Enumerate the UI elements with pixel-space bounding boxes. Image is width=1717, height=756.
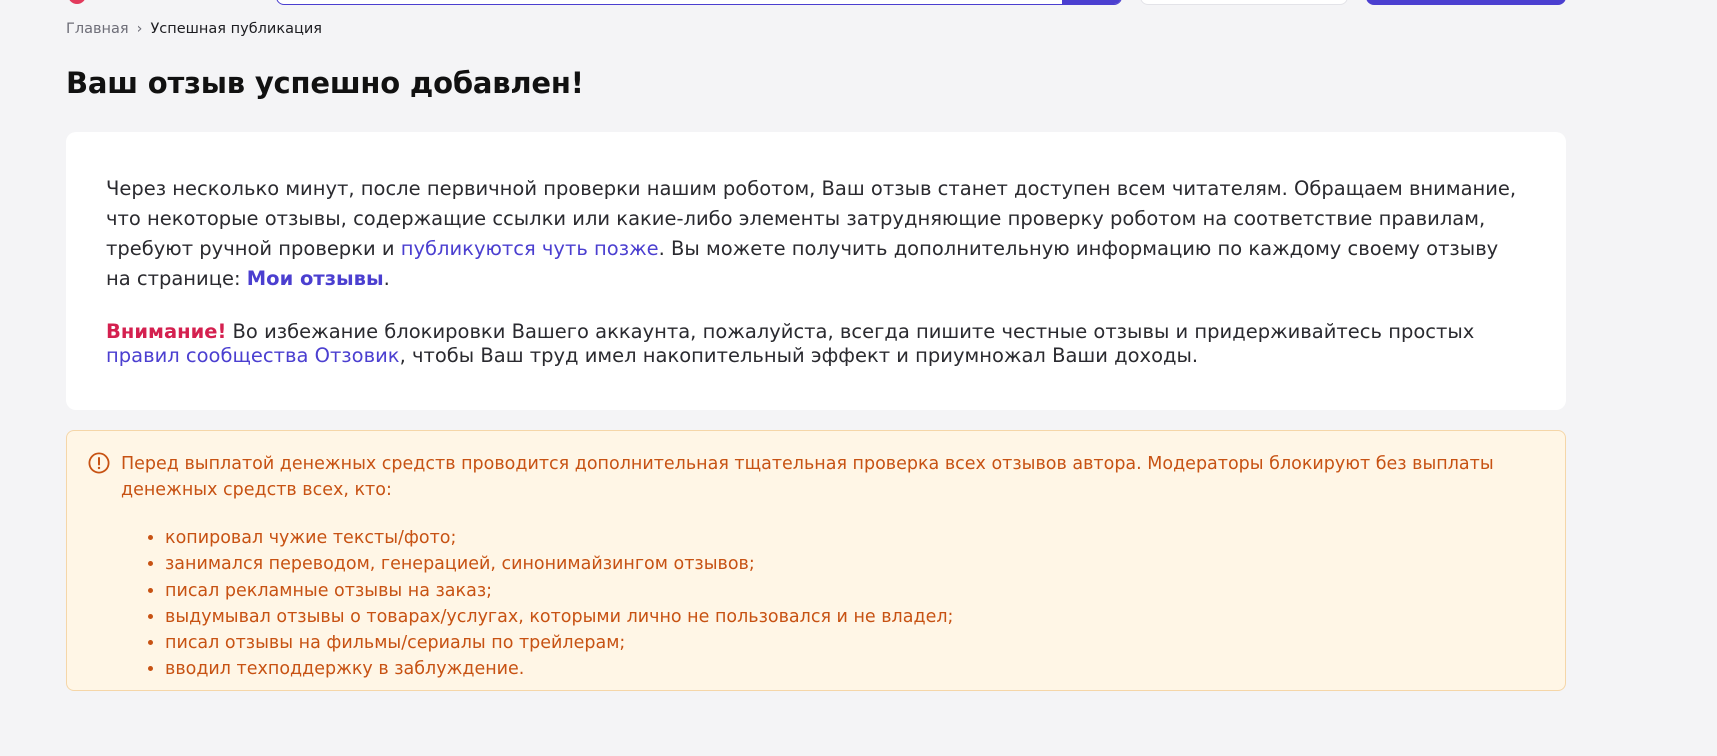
attention-label: Внимание! xyxy=(106,320,227,343)
my-reviews-link[interactable]: Мои отзывы xyxy=(247,267,384,290)
attention-text-a: Во избежание блокировки Вашего аккаунта,… xyxy=(226,320,1475,343)
community-rules-link[interactable]: правил сообщества Отзовик xyxy=(106,344,400,367)
attention-text-b: , чтобы Ваш труд имел накопительный эффе… xyxy=(399,344,1199,367)
publish-later-link[interactable]: публикуются чуть позже xyxy=(401,237,659,260)
warning-list-item: занимался переводом, генерацией, синоним… xyxy=(165,551,953,577)
success-info-card: Через несколько минут, после первичной п… xyxy=(66,132,1566,410)
breadcrumb-current: Успешная публикация xyxy=(150,21,322,37)
payout-warning-box: Перед выплатой денежных средств проводит… xyxy=(66,430,1566,691)
header-bar xyxy=(0,0,1717,8)
warning-list-item: писал рекламные отзывы на заказ; xyxy=(165,578,953,604)
info-text-end: . xyxy=(383,267,390,290)
search-input[interactable] xyxy=(276,0,1122,5)
warning-list: копировал чужие тексты/фото; занимался п… xyxy=(119,525,953,683)
add-review-button[interactable] xyxy=(1366,0,1566,5)
exclamation-circle-icon xyxy=(88,452,110,474)
warning-list-item: копировал чужие тексты/фото; xyxy=(165,525,953,551)
attention-paragraph: Внимание! Во избежание блокировки Вашего… xyxy=(106,320,1526,368)
warning-list-item: вводил техподдержку в заблуждение. xyxy=(165,656,953,682)
breadcrumb-separator: › xyxy=(136,21,143,37)
breadcrumb-home-link[interactable]: Главная xyxy=(66,21,129,37)
breadcrumb: Главная › Успешная публикация xyxy=(66,21,322,37)
warning-text: Перед выплатой денежных средств проводит… xyxy=(121,454,1494,500)
search-button[interactable] xyxy=(1062,0,1121,4)
page-title: Ваш отзыв успешно добавлен! xyxy=(66,66,584,100)
warning-list-item: писал отзывы на фильмы/сериалы по трейле… xyxy=(165,630,953,656)
header-select[interactable] xyxy=(1140,0,1348,5)
info-paragraph: Через несколько минут, после первичной п… xyxy=(106,174,1526,294)
warning-list-item: выдумывал отзывы о товарах/услугах, кото… xyxy=(165,604,953,630)
site-logo[interactable] xyxy=(68,0,86,4)
